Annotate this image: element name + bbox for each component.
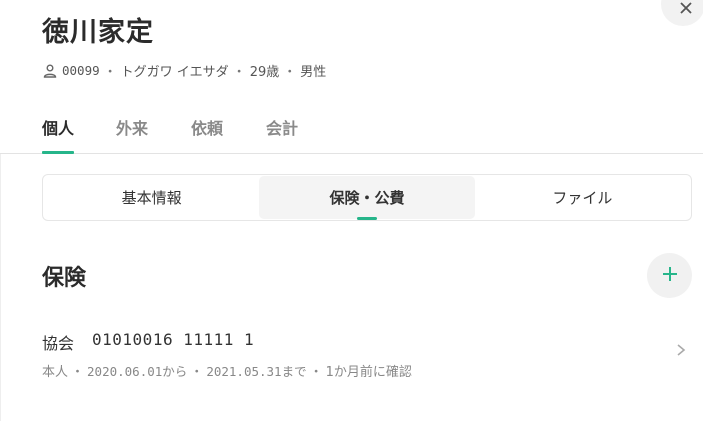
- insurance-end: 2021.05.31まで: [206, 364, 307, 379]
- patient-id: 00099: [62, 63, 100, 78]
- insurance-type: 協会: [42, 334, 75, 353]
- patient-sex: 男性: [300, 65, 327, 80]
- patient-age: 29歳: [249, 65, 280, 80]
- panel-left-border: [0, 154, 1, 421]
- close-button[interactable]: [661, 0, 703, 26]
- section-title: 保険: [42, 266, 87, 291]
- tab-accounting[interactable]: 会計: [266, 115, 298, 154]
- patient-name: 徳川家定: [42, 17, 154, 48]
- segment-basic-info[interactable]: 基本情報: [44, 176, 259, 219]
- separator: ・: [232, 65, 246, 80]
- tab-request[interactable]: 依頼: [191, 115, 223, 154]
- tab-personal[interactable]: 個人: [42, 115, 75, 154]
- insurance-list-item[interactable]: 協会 01010016 11111 1 本人 ・ 2020.06.01から ・ …: [42, 330, 692, 380]
- main-tabs: 個人 外来 依頼 会計: [0, 110, 703, 154]
- separator: ・: [283, 65, 297, 80]
- tab-outpatient[interactable]: 外来: [116, 115, 148, 154]
- sub-tab-segment: 基本情報 保険・公費 ファイル: [42, 174, 692, 221]
- person-icon: [42, 63, 58, 79]
- separator: ・: [103, 65, 117, 80]
- patient-kana: トグガワ イエサダ: [120, 65, 229, 80]
- close-icon: [673, 0, 693, 20]
- insurance-note: 1か月前に確認: [325, 365, 412, 380]
- separator: ・: [71, 365, 85, 380]
- add-insurance-button[interactable]: [647, 253, 692, 298]
- separator: ・: [190, 365, 204, 380]
- chevron-right-icon: [676, 342, 686, 361]
- separator: ・: [309, 365, 323, 380]
- insurance-start: 2020.06.01から: [87, 364, 188, 379]
- plus-icon: [662, 266, 678, 286]
- segment-files[interactable]: ファイル: [475, 176, 690, 219]
- insurance-number: 01010016 11111 1: [92, 330, 255, 349]
- insurance-holder: 本人: [42, 365, 69, 380]
- patient-meta: 00099 ・ トグガワ イエサダ ・ 29歳 ・ 男性: [42, 61, 326, 80]
- segment-insurance-public[interactable]: 保険・公費: [259, 176, 475, 220]
